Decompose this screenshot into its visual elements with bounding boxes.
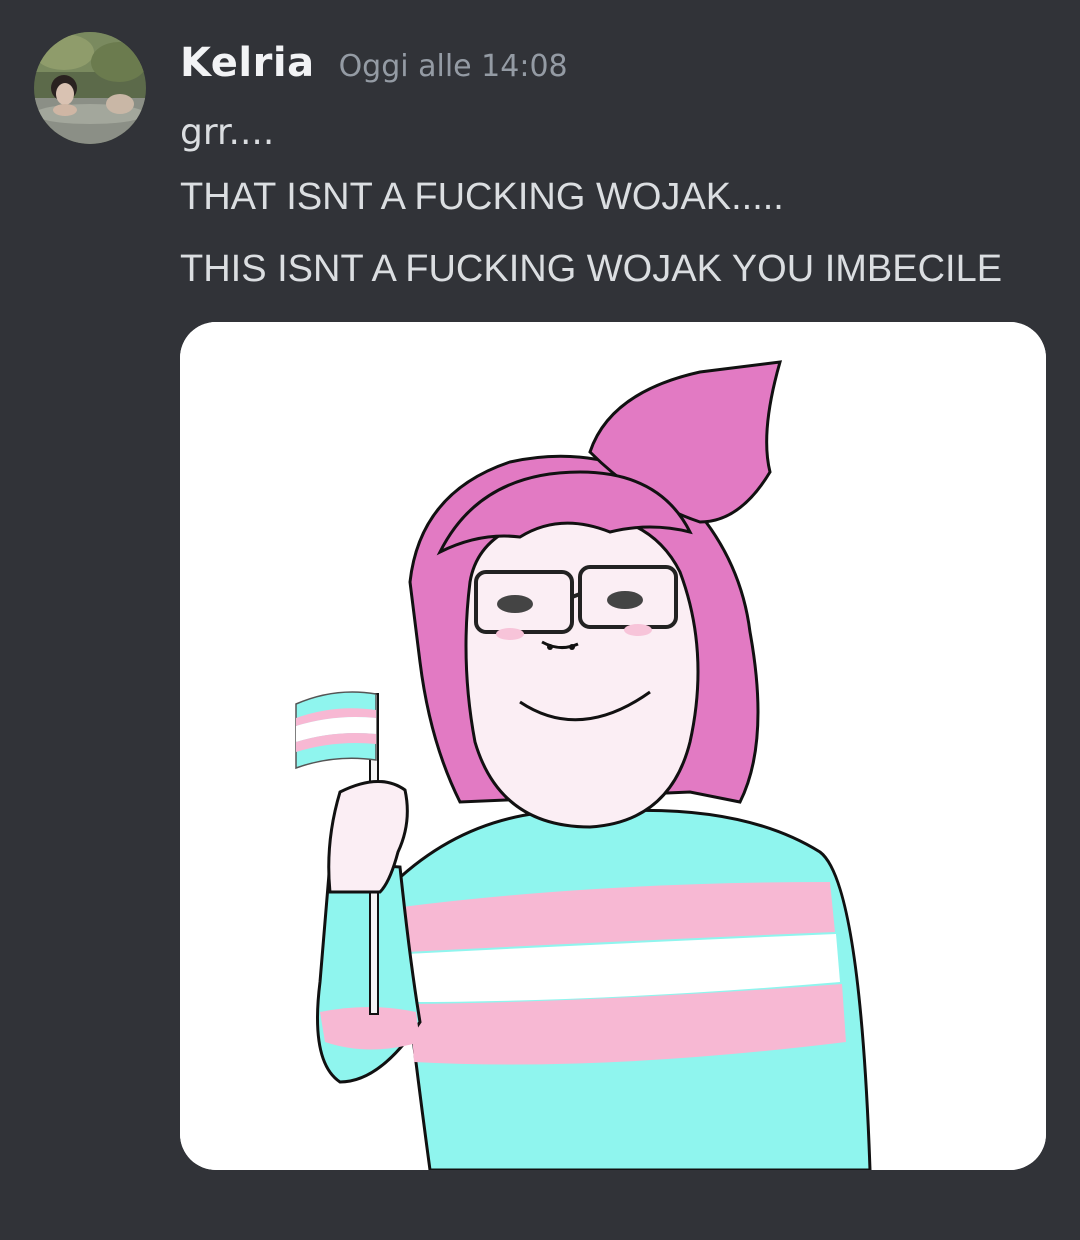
- chat-message: Kelria Oggi alle 14:08 grr.... THAT ISNT…: [0, 0, 1080, 1240]
- message-line: THIS ISNT A FUCKING WOJAK YOU IMBECILE: [180, 248, 1003, 290]
- message-line: grr....: [180, 112, 275, 153]
- message-header: Kelria Oggi alle 14:08: [180, 40, 568, 96]
- username[interactable]: Kelria: [180, 40, 315, 86]
- message-line: THAT ISNT A FUCKING WOJAK.....: [180, 176, 784, 218]
- image-attachment[interactable]: [180, 322, 1046, 1170]
- avatar-photo: [34, 32, 146, 144]
- user-avatar[interactable]: [34, 32, 146, 144]
- wojak-drawing: [180, 322, 1046, 1170]
- timestamp: Oggi alle 14:08: [338, 49, 568, 84]
